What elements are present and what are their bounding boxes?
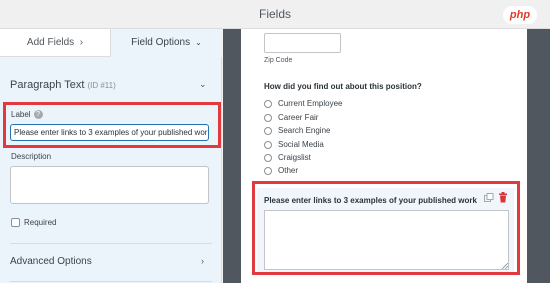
question-label: How did you find out about this position…: [264, 82, 422, 91]
top-bar: Fields php: [0, 0, 550, 29]
field-section-header[interactable]: Paragraph Text (ID #11): [10, 79, 210, 91]
tab-add-fields[interactable]: Add Fields ›: [0, 29, 111, 57]
radio-button[interactable]: [264, 140, 272, 149]
field-id: (ID #11): [87, 81, 116, 90]
watermark-logo: php: [503, 6, 537, 24]
radio-option[interactable]: Social Media: [264, 140, 324, 151]
advanced-options-toggle[interactable]: Advanced Options: [10, 256, 92, 267]
radio-label: Social Media: [278, 140, 324, 149]
radio-option[interactable]: Current Employee: [264, 99, 342, 110]
chevron-right-icon: ›: [76, 37, 84, 48]
radio-label: Career Fair: [278, 113, 319, 122]
chevron-down-icon: ⌄: [192, 38, 202, 47]
radio-label: Craigslist: [278, 153, 311, 162]
radio-label: Current Employee: [278, 99, 343, 108]
highlight-box-label: [3, 102, 221, 148]
radio-button[interactable]: [264, 153, 272, 162]
radio-option[interactable]: Craigslist: [264, 153, 311, 164]
description-label: Description: [11, 152, 52, 161]
description-textarea[interactable]: [10, 166, 209, 204]
tab-field-options-label: Field Options: [131, 37, 191, 48]
tab-add-fields-label: Add Fields: [26, 37, 75, 48]
radio-label: Search Engine: [278, 126, 331, 135]
divider: [10, 281, 212, 282]
zip-label: Zip Code: [264, 57, 293, 64]
radio-option[interactable]: Other: [264, 166, 298, 177]
radio-button[interactable]: [264, 113, 272, 122]
field-type-title: Paragraph Text: [10, 79, 85, 91]
divider: [10, 243, 212, 244]
collapse-chevron-icon[interactable]: ⌄: [199, 79, 207, 90]
radio-option[interactable]: Search Engine: [264, 126, 330, 137]
highlight-box-preview: [252, 181, 520, 275]
tab-field-options[interactable]: Field Options ⌄: [111, 29, 222, 57]
chevron-right-icon[interactable]: ›: [201, 256, 204, 266]
page-title: Fields: [258, 7, 291, 21]
required-checkbox[interactable]: [11, 218, 20, 227]
zip-input[interactable]: [264, 33, 341, 53]
radio-label: Other: [278, 166, 299, 175]
radio-button[interactable]: [264, 166, 272, 175]
radio-button[interactable]: [264, 126, 272, 135]
radio-option[interactable]: Career Fair: [264, 113, 318, 124]
required-label: Required: [24, 218, 57, 227]
radio-button[interactable]: [264, 99, 272, 108]
